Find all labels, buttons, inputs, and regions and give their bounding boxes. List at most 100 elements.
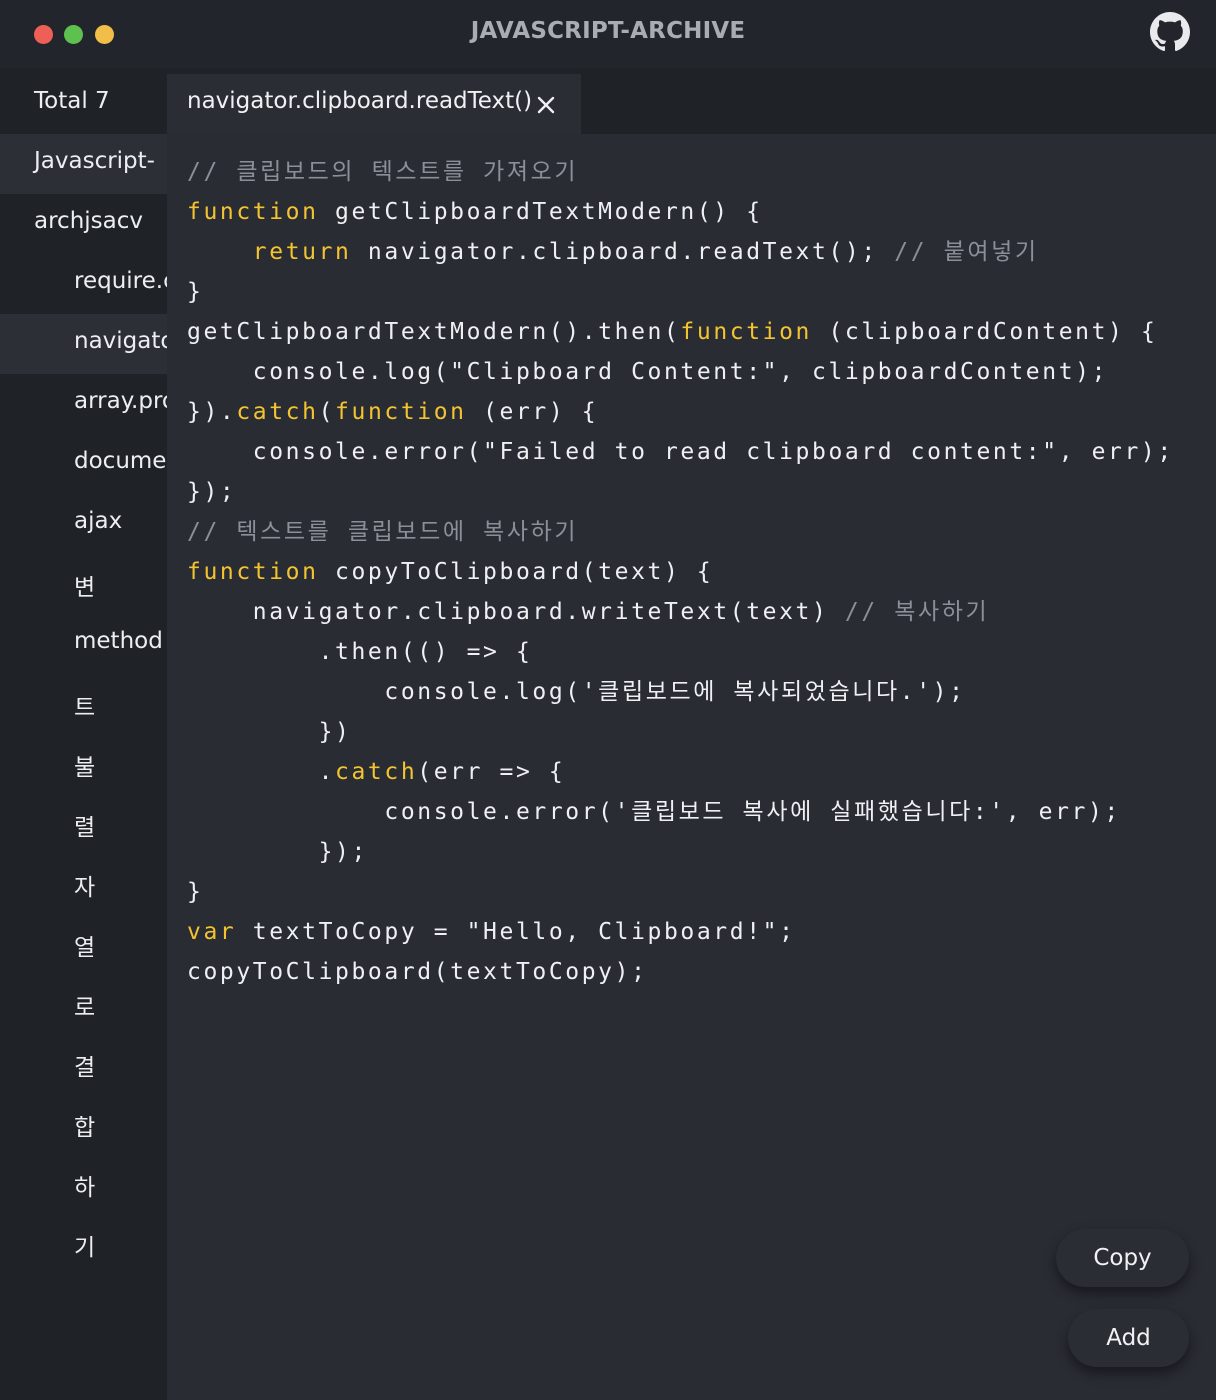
sidebar-item[interactable]: 불: [0, 734, 167, 794]
sidebar-folder-archjsacv[interactable]: archjsacv: [0, 194, 167, 254]
sidebar-item[interactable]: 렬: [0, 794, 167, 854]
code-text: }).: [187, 399, 237, 425]
add-button[interactable]: Add: [1068, 1309, 1189, 1367]
sidebar-item-label: 하: [74, 1175, 96, 1201]
code-line: // 클립보드의 텍스트를 가져오기: [187, 152, 1174, 192]
code-keyword: catch: [236, 399, 319, 425]
tab-bar: navigator.clipboard.readText(): [167, 68, 1216, 134]
code-text: console.error('클립보드 복사에 실패했습니다:', err);: [187, 799, 1121, 825]
github-icon[interactable]: [1150, 12, 1190, 52]
sidebar-item-method[interactable]: method: [0, 614, 167, 674]
code-line: });: [187, 472, 1174, 512]
app-window: JAVASCRIPT-ARCHIVE Total 7 Javascript- a…: [0, 0, 1216, 1400]
code-keyword: var: [187, 919, 237, 945]
tab-navigator-clipboard-readtext[interactable]: navigator.clipboard.readText(): [167, 74, 581, 134]
sidebar-item-label: 트: [74, 695, 96, 721]
code-text: getClipboardTextModern().then(: [187, 319, 681, 345]
sidebar-item-label: 렬: [74, 815, 96, 841]
sidebar-item-label: 합: [74, 1115, 96, 1141]
code-content: // 클립보드의 텍스트를 가져오기 function getClipboardT…: [187, 152, 1174, 992]
sidebar-item-label: array.pro: [74, 388, 167, 414]
code-text: (: [318, 399, 336, 425]
sidebar-item-label: 로: [74, 995, 96, 1021]
sidebar-item[interactable]: 기: [0, 1214, 167, 1274]
code-keyword: return: [252, 239, 352, 265]
code-line: }): [187, 712, 1174, 752]
sidebar-item-label: 불: [74, 755, 96, 781]
copy-button[interactable]: Copy: [1056, 1229, 1189, 1287]
code-keyword: function: [187, 559, 319, 585]
code-text: getClipboardTextModern() {: [318, 199, 763, 225]
code-text: }: [187, 879, 204, 905]
code-text: (err) {: [466, 399, 599, 425]
sidebar-item-label: ajax: [74, 508, 123, 534]
sidebar-item-array[interactable]: array.pro: [0, 374, 167, 434]
code-line: console.log('클립보드에 복사되었습니다.');: [187, 672, 1174, 712]
code-text: navigator.clipboard.writeText(text): [187, 599, 845, 625]
close-icon[interactable]: [535, 94, 557, 116]
sidebar-item-label: 변: [74, 575, 96, 601]
sidebar-item-label: 기: [74, 1235, 96, 1261]
sidebar-item-ajax[interactable]: ajax: [0, 494, 167, 554]
code-comment: // 클립보드의 텍스트를 가져오기: [187, 159, 579, 185]
code-editor[interactable]: // 클립보드의 텍스트를 가져오기 function getClipboardT…: [167, 134, 1216, 1400]
sidebar-item-navigator[interactable]: navigato: [0, 314, 167, 374]
code-keyword: function: [187, 199, 319, 225]
code-text: }: [187, 279, 204, 305]
sidebar-item-label: 결: [74, 1055, 96, 1081]
code-line: var textToCopy = "Hello, Clipboard!";: [187, 912, 1174, 952]
code-line: getClipboardTextModern().then(function (…: [187, 312, 1174, 352]
sidebar-item[interactable]: 하: [0, 1154, 167, 1214]
code-text: console.error("Failed to read clipboard …: [187, 439, 1174, 465]
code-comment: // 텍스트를 클립보드에 복사하기: [187, 519, 579, 545]
code-line: }: [187, 872, 1174, 912]
sidebar-item[interactable]: 합: [0, 1094, 167, 1154]
sidebar-folder-javascript[interactable]: Javascript-: [0, 134, 167, 194]
code-text: console.log("Clipboard Content:", clipbo…: [187, 359, 1109, 385]
code-line: navigator.clipboard.writeText(text) // 복…: [187, 592, 1174, 632]
code-text: (clipboardContent) {: [812, 319, 1158, 345]
code-line: .then(() => {: [187, 632, 1174, 672]
code-line: return navigator.clipboard.readText(); /…: [187, 232, 1174, 272]
sidebar-item[interactable]: 트: [0, 674, 167, 734]
sidebar-item[interactable]: 결: [0, 1034, 167, 1094]
sidebar-item[interactable]: 자: [0, 854, 167, 914]
code-keyword: catch: [335, 759, 418, 785]
code-text: });: [187, 479, 237, 505]
code-line: function getClipboardTextModern() {: [187, 192, 1174, 232]
app-title: JAVASCRIPT-ARCHIVE: [470, 18, 746, 44]
sidebar-item[interactable]: 변: [0, 554, 167, 614]
code-comment: // 붙여넣기: [894, 239, 1039, 265]
sidebar-item-label: method: [74, 628, 163, 654]
code-line: // 텍스트를 클립보드에 복사하기: [187, 512, 1174, 552]
code-line: console.error("Failed to read clipboard …: [187, 432, 1174, 472]
sidebar-item[interactable]: 열: [0, 914, 167, 974]
sidebar-item-require[interactable]: require.c: [0, 254, 167, 314]
sidebar: Total 7 Javascript- archjsacv require.c …: [0, 68, 167, 1400]
code-text: .: [187, 759, 336, 785]
code-text: navigator.clipboard.readText();: [351, 239, 895, 265]
code-text: textToCopy = "Hello, Clipboard!";: [236, 919, 796, 945]
code-text: copyToClipboard(text) {: [318, 559, 714, 585]
code-text: }): [187, 719, 352, 745]
code-comment: // 복사하기: [844, 599, 990, 625]
sidebar-item[interactable]: 로: [0, 974, 167, 1034]
sidebar-item-label: 자: [74, 875, 96, 901]
tab-label: navigator.clipboard.readText(): [187, 88, 533, 114]
code-line: }: [187, 272, 1174, 312]
code-line: });: [187, 832, 1174, 872]
code-keyword: function: [335, 399, 467, 425]
code-text: (err => {: [417, 759, 566, 785]
code-line: }).catch(function (err) {: [187, 392, 1174, 432]
code-text: console.log('클립보드에 복사되었습니다.');: [187, 679, 966, 705]
sidebar-item-label: navigato: [74, 328, 167, 354]
sidebar-folder-label: archjsacv: [34, 208, 143, 234]
code-keyword: function: [680, 319, 812, 345]
code-line: function copyToClipboard(text) {: [187, 552, 1174, 592]
sidebar-item-label: documer: [74, 448, 167, 474]
code-text: });: [187, 839, 368, 865]
code-line: .catch(err => {: [187, 752, 1174, 792]
sidebar-item-document[interactable]: documer: [0, 434, 167, 494]
sidebar-folder-label: Javascript-: [34, 148, 155, 174]
